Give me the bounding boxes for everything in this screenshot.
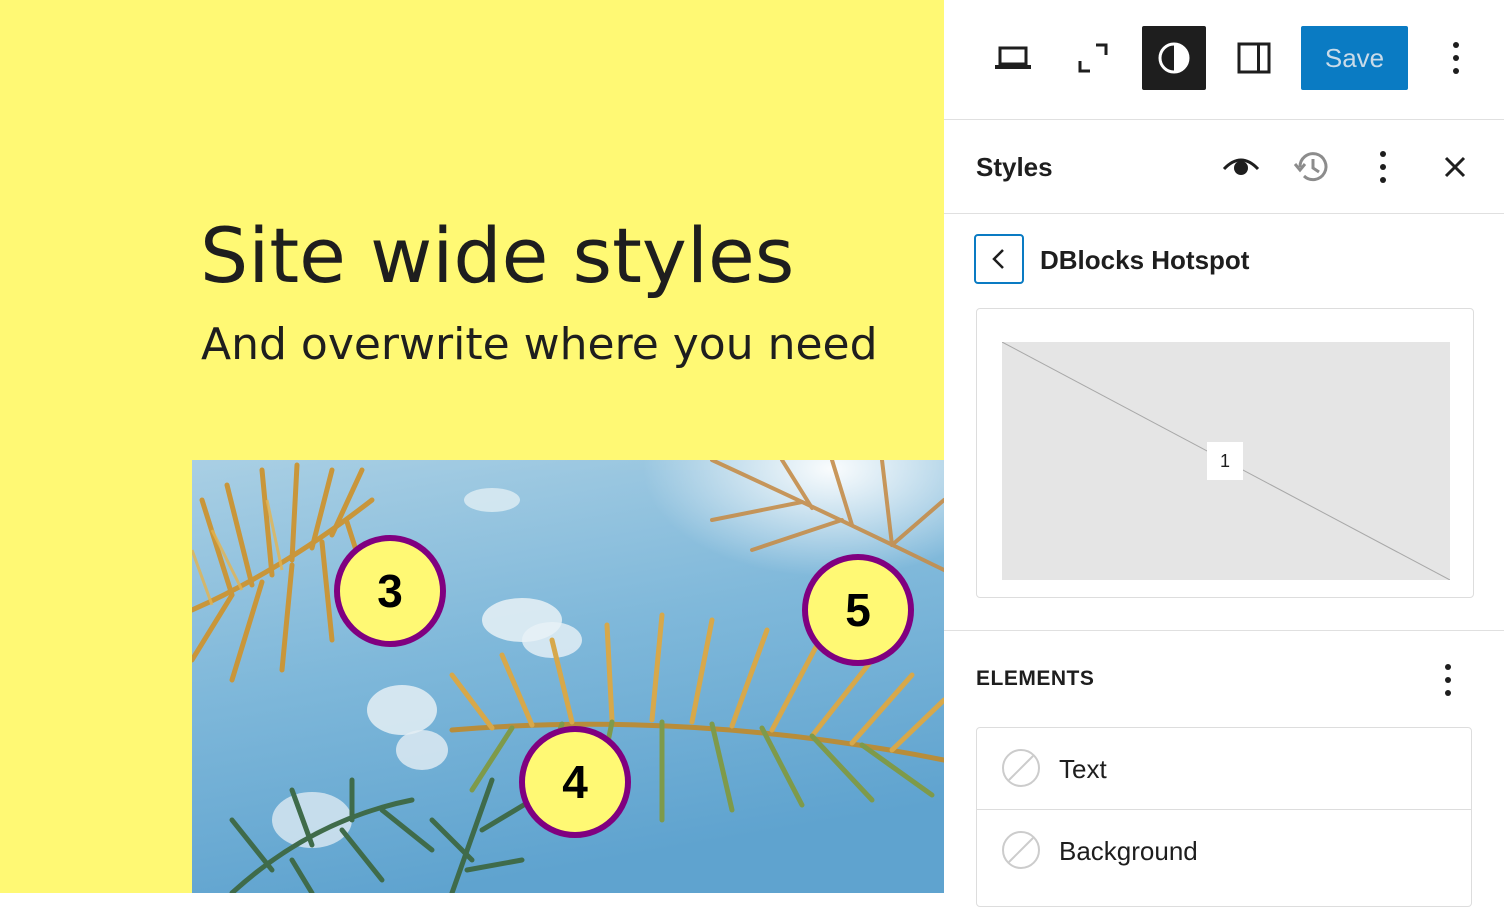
close-panel-button[interactable] (1430, 142, 1480, 192)
revisions-button[interactable] (1287, 142, 1337, 192)
fullscreen-icon (1078, 43, 1108, 73)
settings-sidebar-button[interactable] (1222, 26, 1286, 90)
panel-more-button[interactable] (1358, 142, 1408, 192)
hotspot-3[interactable]: 3 (334, 535, 446, 647)
back-button[interactable] (974, 234, 1024, 284)
eye-icon (1222, 158, 1260, 175)
block-style-preview: 1 (976, 308, 1474, 598)
close-icon (1444, 156, 1466, 178)
styles-contrast-icon (1158, 42, 1190, 74)
editor-canvas[interactable]: Site wide styles And overwrite where you… (0, 0, 944, 893)
elements-heading: ELEMENTS (976, 667, 1095, 690)
block-name: DBlocks Hotspot (1040, 245, 1250, 275)
no-color-swatch-icon (1002, 749, 1040, 787)
vertical-ellipsis-icon (1453, 42, 1459, 74)
desktop-preview-icon (995, 46, 1031, 69)
element-item-text[interactable]: Text (977, 728, 1471, 809)
element-label: Text (1059, 754, 1107, 784)
save-button[interactable]: Save (1301, 26, 1408, 90)
styles-button[interactable] (1142, 26, 1206, 90)
site-title: Site wide styles (200, 211, 795, 300)
revisions-icon (1293, 152, 1328, 182)
elements-more-button[interactable] (1424, 656, 1472, 704)
desktop-preview-button[interactable] (981, 26, 1045, 90)
section-divider (944, 630, 1504, 631)
preview-placeholder: 1 (1002, 342, 1450, 580)
no-color-swatch-icon (1002, 831, 1040, 869)
editor-toolbar: Save (944, 0, 1504, 120)
chevron-left-icon (992, 249, 1004, 269)
panel-navigation: DBlocks Hotspot (974, 234, 1474, 286)
style-book-button[interactable] (1216, 142, 1266, 192)
styles-panel-header: Styles (944, 120, 1504, 214)
panel-title: Styles (976, 152, 1053, 182)
site-subtitle: And overwrite where you need (201, 319, 878, 370)
hotspot-4[interactable]: 4 (519, 726, 631, 838)
elements-list: Text Background (976, 727, 1472, 907)
hotspot-5[interactable]: 5 (802, 554, 914, 666)
options-menu-button[interactable] (1424, 26, 1488, 90)
element-label: Background (1059, 836, 1198, 866)
fullscreen-button[interactable] (1061, 26, 1125, 90)
vertical-ellipsis-icon (1380, 151, 1386, 183)
element-item-background[interactable]: Background (977, 809, 1471, 891)
vertical-ellipsis-icon (1445, 664, 1451, 696)
sidebar-toggle-icon (1237, 42, 1271, 74)
preview-hotspot-marker: 1 (1207, 442, 1243, 480)
